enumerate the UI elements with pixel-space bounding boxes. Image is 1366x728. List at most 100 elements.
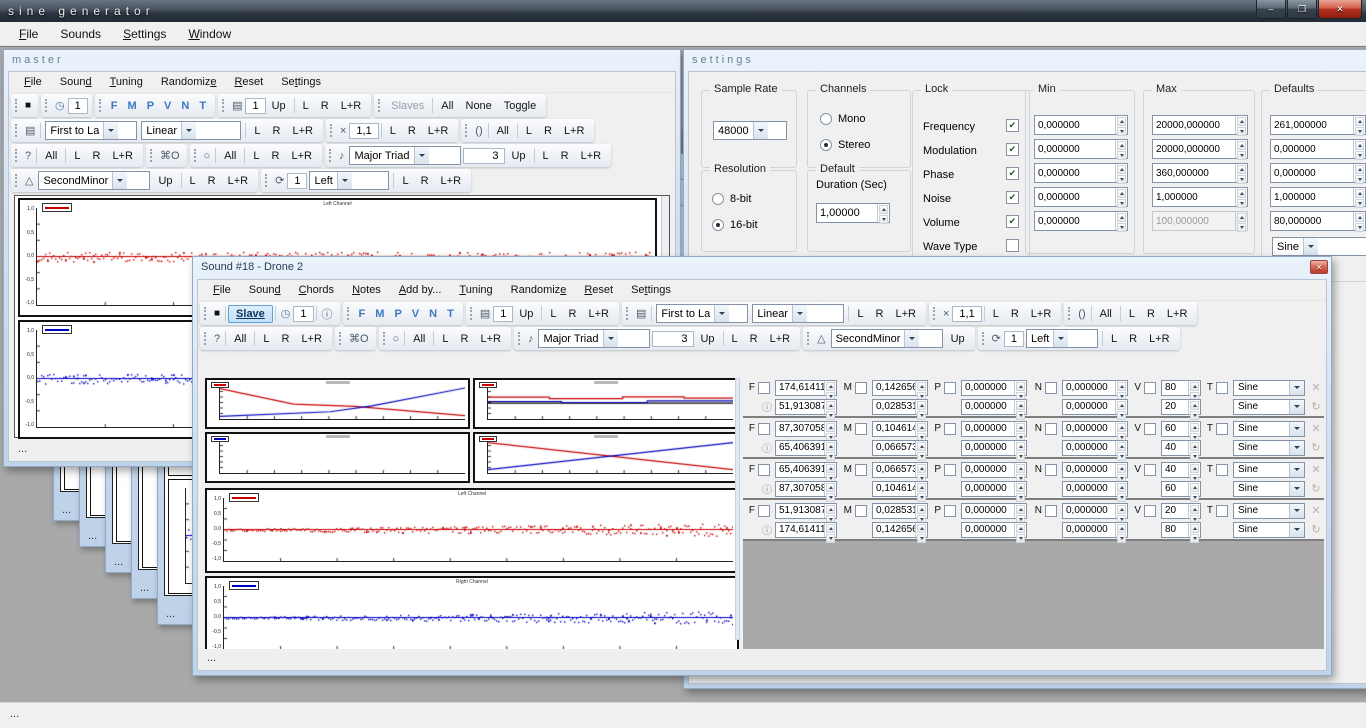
stop-icon[interactable]: ■ xyxy=(211,307,223,320)
lr-button[interactable]: L+R xyxy=(106,148,139,164)
8bit-radio[interactable]: 8-bit xyxy=(712,193,751,205)
toolbar-grip[interactable] xyxy=(15,149,18,162)
wave-type-combobox[interactable]: Sine xyxy=(1233,421,1305,437)
chevron-down-icon[interactable] xyxy=(1289,441,1304,455)
wave-type-combobox[interactable]: Sine xyxy=(1233,380,1305,396)
r-button[interactable]: R xyxy=(315,98,335,114)
levels-icon[interactable]: ▤ xyxy=(22,123,38,138)
phase-spinner[interactable]: 0,000000 xyxy=(961,421,1027,437)
toolbar-grip[interactable] xyxy=(378,99,381,112)
t-button[interactable]: T xyxy=(442,306,459,322)
toolbar-grip[interactable] xyxy=(222,99,225,112)
chevron-down-icon[interactable] xyxy=(792,305,807,322)
l-button[interactable]: L xyxy=(987,306,1005,322)
chevron-down-icon[interactable] xyxy=(1289,504,1304,518)
l-button[interactable]: L xyxy=(851,306,869,322)
toolbar-grip[interactable] xyxy=(383,332,386,345)
chevron-down-icon[interactable] xyxy=(714,305,729,322)
noise-spinner[interactable]: 0,000000 xyxy=(1062,503,1128,519)
min-frequency-spinner[interactable]: 0,000000 xyxy=(1034,115,1128,135)
menu-window[interactable]: Window xyxy=(177,23,242,45)
volume-spinner[interactable]: 20 xyxy=(1161,503,1201,519)
n-button[interactable]: N xyxy=(176,98,194,114)
info-icon[interactable]: ⓘ xyxy=(746,522,772,537)
menu-tuning[interactable]: Tuning xyxy=(450,281,501,299)
up-button[interactable]: Up xyxy=(513,306,539,322)
menu-add-by[interactable]: Add by... xyxy=(390,281,451,299)
v-lock-checkbox[interactable] xyxy=(1144,464,1156,476)
l-button[interactable]: L xyxy=(520,123,538,139)
min-volume-spinner[interactable]: 0,000000 xyxy=(1034,211,1128,231)
up-button[interactable]: Up xyxy=(505,148,531,164)
f-lock-checkbox[interactable] xyxy=(758,505,770,517)
m-lock-checkbox[interactable] xyxy=(855,464,867,476)
menu-file[interactable]: File xyxy=(8,23,49,45)
f-button[interactable]: F xyxy=(354,306,371,322)
modulation-spinner[interactable]: 0,142656 xyxy=(872,380,928,396)
swap-icon[interactable]: ↻ xyxy=(1308,400,1324,413)
menu-file[interactable]: File xyxy=(204,281,240,299)
levels-icon[interactable]: ▤ xyxy=(633,306,649,321)
p-lock-checkbox[interactable] xyxy=(944,423,956,435)
chevron-down-icon[interactable] xyxy=(1289,400,1304,414)
r-button[interactable]: R xyxy=(275,331,295,347)
lr-button[interactable]: L+R xyxy=(286,123,319,139)
p-lock-checkbox[interactable] xyxy=(944,505,956,517)
default-volume-spinner[interactable]: 80,000000 xyxy=(1270,211,1366,231)
l-button[interactable]: L xyxy=(184,173,202,189)
default-frequency-spinner[interactable]: 261,000000 xyxy=(1270,115,1366,135)
up-button[interactable]: Up xyxy=(945,331,971,347)
toolbar-grip[interactable] xyxy=(99,99,102,112)
all-button[interactable]: All xyxy=(435,98,459,114)
toolbar-grip[interactable] xyxy=(329,149,332,162)
levels-icon[interactable]: ▤ xyxy=(477,306,493,321)
up-button[interactable]: Up xyxy=(694,331,720,347)
l-button[interactable]: L xyxy=(726,331,744,347)
r-button[interactable]: R xyxy=(563,306,583,322)
l-button[interactable]: L xyxy=(248,123,266,139)
volume-spinner[interactable]: 40 xyxy=(1161,462,1201,478)
lr-button[interactable]: L+R xyxy=(222,173,255,189)
close-button[interactable]: ✕ xyxy=(1318,0,1362,19)
m-lock-checkbox[interactable] xyxy=(855,423,867,435)
all-button[interactable]: All xyxy=(491,123,515,139)
chevron-down-icon[interactable] xyxy=(1289,523,1304,537)
multiply-field[interactable]: 1,1 xyxy=(349,123,378,139)
f-lock-checkbox[interactable] xyxy=(758,382,770,394)
r-button[interactable]: R xyxy=(1141,306,1161,322)
sample-rate-combobox[interactable]: 48000 xyxy=(713,121,787,140)
noise-spinner[interactable]: 0,000000 xyxy=(1062,421,1128,437)
swap-icon[interactable]: ↻ xyxy=(1308,441,1324,454)
p-lock-checkbox[interactable] xyxy=(944,464,956,476)
n-lock-checkbox[interactable] xyxy=(1045,382,1057,394)
menu-settings[interactable]: Settings xyxy=(272,73,330,91)
f-lock-checkbox[interactable] xyxy=(758,423,770,435)
l-button[interactable]: L xyxy=(396,173,414,189)
toolbar-grip[interactable] xyxy=(933,307,936,320)
chevron-down-icon[interactable] xyxy=(904,330,919,347)
toolbar-grip[interactable] xyxy=(339,332,342,345)
toolbar-grip[interactable] xyxy=(330,124,333,137)
chevron-down-icon[interactable] xyxy=(103,122,118,139)
sound-close-button[interactable]: ✕ xyxy=(1310,260,1328,274)
default-wave-combobox[interactable]: Sine xyxy=(1272,237,1366,256)
modulation-end-spinner[interactable]: 0,104614 xyxy=(872,481,928,497)
stop-icon[interactable]: ■ xyxy=(22,99,34,112)
l-button[interactable]: L xyxy=(537,148,555,164)
f-lock-checkbox[interactable] xyxy=(758,464,770,476)
question-icon[interactable]: ? xyxy=(211,332,223,346)
toolbar-grip[interactable] xyxy=(15,174,18,187)
v-button[interactable]: V xyxy=(407,306,424,322)
menu-settings[interactable]: Settings xyxy=(112,23,177,45)
chord-combobox[interactable]: Major Triad xyxy=(538,329,650,348)
wave-type-end-combobox[interactable]: Sine xyxy=(1233,440,1305,456)
lr-button[interactable]: L+R xyxy=(558,123,591,139)
frequency-spinner[interactable]: 87,307058 xyxy=(775,421,837,437)
interval-combobox[interactable]: SecondMinor xyxy=(38,171,150,190)
chevron-down-icon[interactable] xyxy=(753,122,768,139)
minimize-button[interactable]: – xyxy=(1256,0,1286,19)
modulation-end-spinner[interactable]: 0,066573 xyxy=(872,440,928,456)
menu-sound[interactable]: Sound xyxy=(51,73,101,91)
n-lock-checkbox[interactable] xyxy=(1045,505,1057,517)
toolbar-grip[interactable] xyxy=(626,307,629,320)
